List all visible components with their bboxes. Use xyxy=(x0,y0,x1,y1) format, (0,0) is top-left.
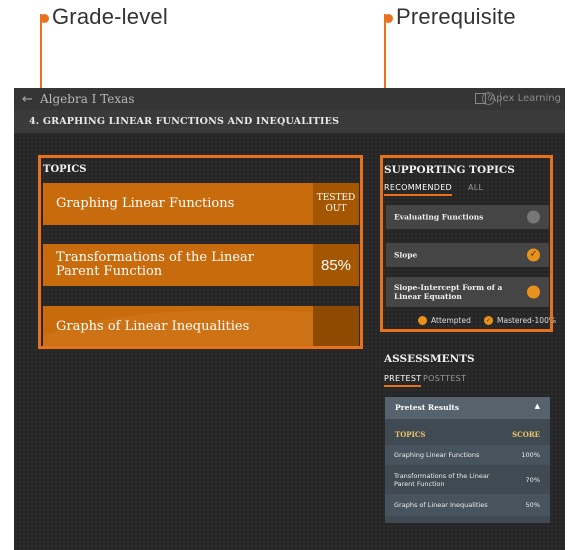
pretest-results-panel: Pretest Results ▲ TOPICS SCORE Graphing … xyxy=(385,397,550,523)
app-window: ← Algebra I Texas ? Apex Learning 4. GRA… xyxy=(14,88,565,550)
tab-pretest[interactable]: PRETEST xyxy=(384,374,422,387)
column-header-score: SCORE xyxy=(512,430,540,439)
table-row: Transformations of the Linear Parent Fun… xyxy=(385,467,550,493)
screenshot-root: Grade-level Prerequisite ← Algebra I Tex… xyxy=(0,0,582,550)
back-arrow-icon[interactable]: ← xyxy=(22,92,34,107)
table-row: Graphing Linear Functions 100% xyxy=(385,445,550,465)
brand-logo: Apex Learning xyxy=(475,93,561,104)
tab-posttest[interactable]: POSTTEST xyxy=(423,374,466,383)
collapse-caret-icon[interactable]: ▲ xyxy=(535,402,540,410)
grade-level-callout: Grade-level xyxy=(40,4,168,30)
prerequisite-callout-text: Prerequisite xyxy=(396,4,516,29)
row-score: 70% xyxy=(525,476,540,484)
grade-level-highlight-box xyxy=(38,155,363,349)
unit-title: 4. GRAPHING LINEAR FUNCTIONS AND INEQUAL… xyxy=(29,116,340,127)
row-topic: Transformations of the Linear Parent Fun… xyxy=(394,472,490,488)
column-header-topics: TOPICS xyxy=(395,430,426,439)
title-bar: ← Algebra I Texas ? Apex Learning xyxy=(14,88,565,110)
prerequisite-highlight-box xyxy=(380,155,553,332)
prerequisite-callout: Prerequisite xyxy=(384,4,516,30)
course-title: Algebra I Texas xyxy=(40,92,135,106)
table-row: Graphs of Linear Inequalities 50% xyxy=(385,494,550,516)
grade-level-callout-text: Grade-level xyxy=(52,4,168,29)
results-header[interactable]: Pretest Results ▲ xyxy=(385,397,550,419)
row-topic: Graphing Linear Functions xyxy=(394,451,480,459)
brand-name: Apex Learning xyxy=(489,93,561,104)
row-score: 50% xyxy=(525,501,540,509)
row-topic: Graphs of Linear Inequalities xyxy=(394,501,488,509)
unit-header: 4. GRAPHING LINEAR FUNCTIONS AND INEQUAL… xyxy=(14,110,565,134)
assessments-heading: ASSESSMENTS xyxy=(384,353,475,365)
results-title: Pretest Results xyxy=(395,403,460,412)
apex-logo-icon xyxy=(475,93,487,104)
row-score: 100% xyxy=(521,451,540,459)
